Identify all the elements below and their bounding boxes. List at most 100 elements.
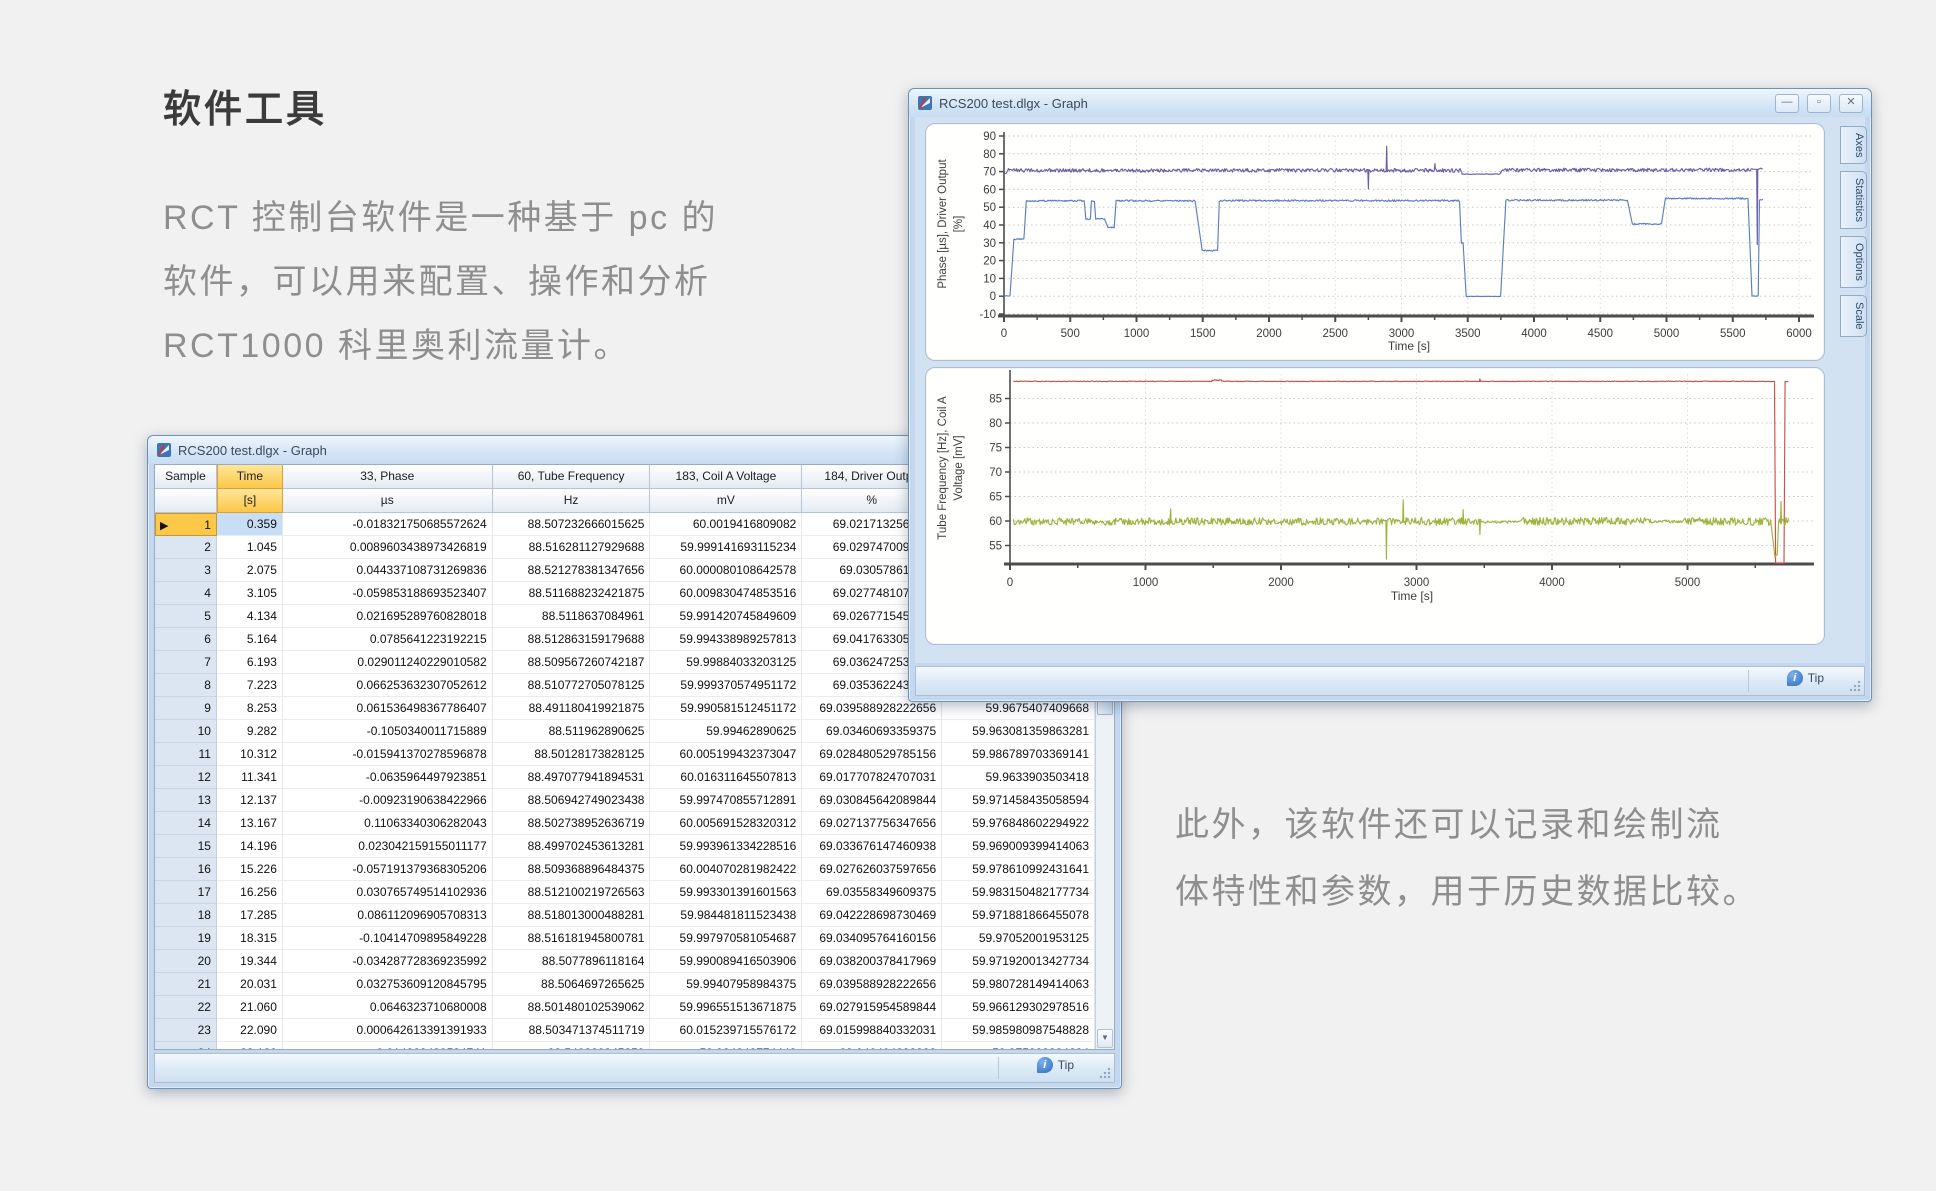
current-row-arrow-icon: ▶	[160, 515, 168, 536]
table-cell: 88.516181945800781	[493, 927, 651, 950]
table-row[interactable]: 1615.226-0.05719137936830520688.50936889…	[155, 858, 1095, 881]
table-cell: 3.105	[217, 582, 283, 605]
table-cell: 59.975888884884	[942, 1042, 1095, 1049]
table-cell: -0.018321750685572624	[283, 513, 493, 536]
column-unit[interactable]: Hz	[493, 489, 651, 513]
table-cell: 0.032753609120845795	[283, 973, 493, 996]
table-cell: 10.312	[217, 743, 283, 766]
scroll-down-button[interactable]: ▼	[1097, 1029, 1113, 1048]
graph-client-area: 9080706050403020100-10050010001500200025…	[915, 117, 1865, 663]
table-cell: 69.030845642089844	[802, 789, 942, 812]
table-cell: 6.193	[217, 651, 283, 674]
graph-window-titlebar[interactable]: RCS200 test.dlgx - Graph — ▫ ✕	[909, 89, 1871, 117]
table-cell: 59.963081359863281	[942, 720, 1095, 743]
tab-scale[interactable]: Scale	[1840, 295, 1867, 337]
column-header[interactable]: 60, Tube Frequency	[493, 465, 651, 489]
tip-label: Tip	[1058, 1058, 1074, 1072]
column-unit[interactable]: [s]	[217, 489, 283, 513]
table-cell: 4	[155, 582, 217, 605]
table-cell: 0.029011240229010582	[283, 651, 493, 674]
table-row[interactable]: 1211.341-0.063596449792385188.4970779418…	[155, 766, 1095, 789]
table-row[interactable]: 109.282-0.105034001171588988.51196289062…	[155, 720, 1095, 743]
table-cell: 88.509368896484375	[493, 858, 651, 881]
tab-axes[interactable]: Axes	[1840, 126, 1867, 164]
table-cell: 69.03460693359375	[802, 720, 942, 743]
table-cell: 59.990581512451172	[650, 697, 802, 720]
svg-text:5500: 5500	[1720, 328, 1746, 340]
table-cell: 8.253	[217, 697, 283, 720]
table-row[interactable]: 1817.2850.08611209690570831388.518013000…	[155, 904, 1095, 927]
table-row[interactable]: 2120.0310.03275360912084579588.506469726…	[155, 973, 1095, 996]
page-title: 软件工具	[163, 78, 327, 133]
svg-text:10: 10	[983, 273, 996, 285]
outro-line: 体特性和参数，用于历史数据比较。	[1175, 859, 1759, 926]
svg-text:30: 30	[983, 238, 996, 250]
table-cell: 69.042228698730469	[802, 904, 942, 927]
status-separator	[998, 1057, 999, 1079]
table-cell: 60.0019416809082	[650, 513, 802, 536]
minimize-button[interactable]: —	[1775, 94, 1799, 113]
table-row[interactable]: 2221.0600.064632371068000888.50148010253…	[155, 996, 1095, 1019]
table-cell: 0.066253632307052612	[283, 674, 493, 697]
column-unit[interactable]: µs	[283, 489, 493, 513]
close-button[interactable]: ✕	[1839, 94, 1863, 113]
table-cell: -0.0635964497923851	[283, 766, 493, 789]
table-row[interactable]: 1413.1670.1106334030628204388.5027389526…	[155, 812, 1095, 835]
table-row[interactable]: 2322.0900.00064261339139193388.503471374…	[155, 1019, 1095, 1042]
table-row[interactable]: 2019.344-0.03428772836923599288.50778961…	[155, 950, 1095, 973]
svg-text:60: 60	[983, 184, 996, 196]
table-cell: 59.997470855712891	[650, 789, 802, 812]
table-cell: 88.506942749023438	[493, 789, 651, 812]
maximize-button[interactable]: ▫	[1807, 94, 1831, 113]
table-cell: 88.5064697265625	[493, 973, 651, 996]
table-cell: 88.509567260742187	[493, 651, 651, 674]
table-cell: 59.980728149414063	[942, 973, 1095, 996]
frequency-voltage-chart[interactable]: 85807570656055010002000300040005000Time …	[926, 368, 1824, 644]
svg-text:2500: 2500	[1322, 328, 1348, 340]
graph-window: RCS200 test.dlgx - Graph — ▫ ✕ 908070605…	[908, 88, 1872, 702]
table-cell: 59.9633903503418	[942, 766, 1095, 789]
table-cell: 1▶	[155, 513, 217, 536]
table-row[interactable]: 1918.315-0.1041470989584922888.516181945…	[155, 927, 1095, 950]
table-cell: 0.0785641223192215	[283, 628, 493, 651]
svg-text:4500: 4500	[1587, 328, 1613, 340]
column-header[interactable]: Time	[217, 465, 283, 489]
resize-grip[interactable]	[1099, 1067, 1111, 1079]
table-cell: 60.004070281982422	[650, 858, 802, 881]
table-cell: 19.344	[217, 950, 283, 973]
column-header[interactable]: 183, Coil A Voltage	[650, 465, 802, 489]
svg-text:70: 70	[989, 467, 1002, 479]
table-row[interactable]: 1514.1960.02304215915501117788.499702453…	[155, 835, 1095, 858]
graph-window-title: RCS200 test.dlgx - Graph	[939, 96, 1088, 111]
table-cell: 0.014228489534741	[283, 1042, 493, 1049]
table-row[interactable]: 1716.2560.03076574951410293688.512100219…	[155, 881, 1095, 904]
table-cell: -0.059853188693523407	[283, 582, 493, 605]
table-cell: 60.016311645507813	[650, 766, 802, 789]
table-cell: 69.038200378417969	[802, 950, 942, 973]
column-unit[interactable]	[155, 489, 217, 513]
table-row[interactable]: 1312.137-0.0092319063842296688.506942749…	[155, 789, 1095, 812]
tip-info-icon[interactable]: i	[1037, 1057, 1053, 1073]
table-cell: 59.991420745849609	[650, 605, 802, 628]
column-header[interactable]: 33, Phase	[283, 465, 493, 489]
intro-paragraph: RCT 控制台软件是一种基于 pc 的 软件，可以用来配置、操作和分析 RCT1…	[163, 186, 718, 378]
table-row[interactable]: 2423.1200.01422848953474188.540889845859…	[155, 1042, 1095, 1049]
tip-info-icon[interactable]: i	[1787, 670, 1803, 686]
intro-line: RCT 控制台软件是一种基于 pc 的	[163, 186, 718, 250]
table-row[interactable]: 1110.312-0.01594137027859687888.50128173…	[155, 743, 1095, 766]
table-cell: 6	[155, 628, 217, 651]
resize-grip[interactable]	[1849, 680, 1861, 692]
svg-text:40: 40	[983, 220, 996, 232]
table-status-bar: i Tip	[154, 1053, 1115, 1083]
svg-text:Tube Frequency [Hz], Coil A: Tube Frequency [Hz], Coil A	[937, 396, 949, 540]
table-cell: 0.021695289760828018	[283, 605, 493, 628]
svg-text:1000: 1000	[1133, 577, 1159, 589]
phase-driver-chart[interactable]: 9080706050403020100-10050010001500200025…	[926, 124, 1824, 360]
column-header[interactable]: Sample	[155, 465, 217, 489]
svg-text:Phase [µs], Driver Output: Phase [µs], Driver Output	[937, 159, 949, 289]
svg-text:80: 80	[989, 418, 1002, 430]
table-cell: 59.999141693115234	[650, 536, 802, 559]
tab-statistics[interactable]: Statistics	[1840, 171, 1867, 229]
tab-options[interactable]: Options	[1840, 236, 1867, 288]
column-unit[interactable]: mV	[650, 489, 802, 513]
